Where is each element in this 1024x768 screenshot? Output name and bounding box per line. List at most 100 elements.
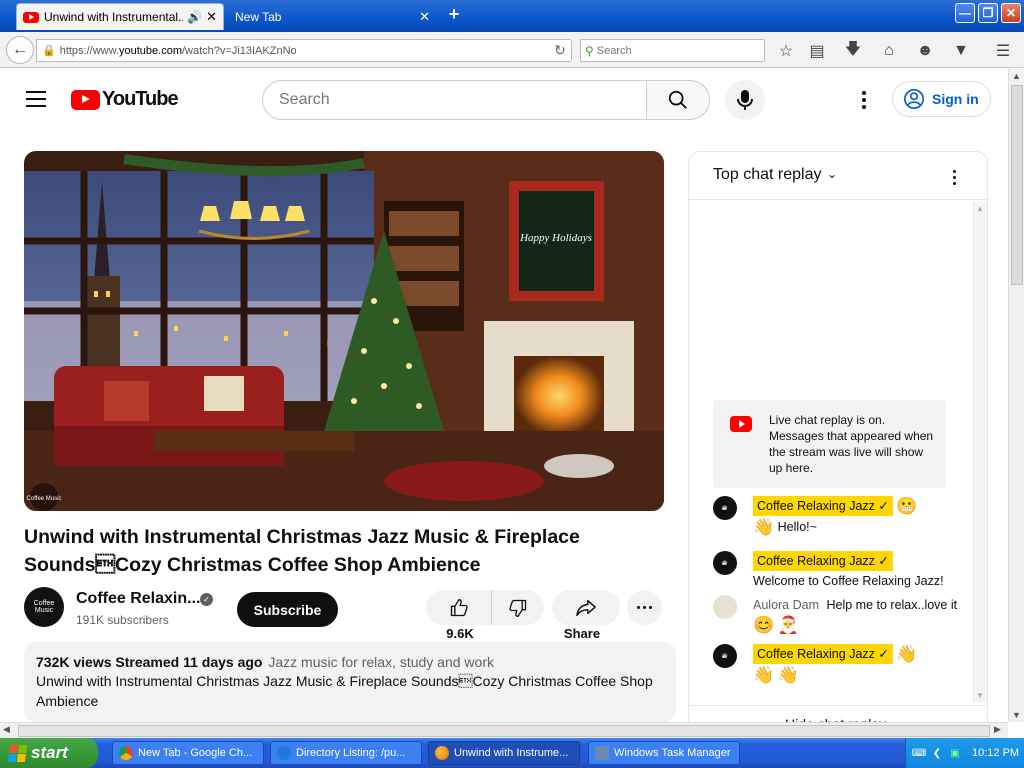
- scroll-right-icon[interactable]: ▶: [994, 724, 1001, 735]
- dislike-button[interactable]: [492, 590, 544, 625]
- verified-badge-icon: ✓: [200, 593, 213, 606]
- description-tag[interactable]: Jazz music for relax, study and work: [268, 654, 494, 670]
- waving-hand-icon: 👋: [753, 665, 775, 685]
- scroll-left-icon[interactable]: ◀: [3, 724, 10, 735]
- youtube-icon: [730, 416, 752, 432]
- more-actions-button[interactable]: [627, 590, 662, 625]
- author-avatar[interactable]: ☕: [713, 551, 737, 575]
- close-tab-icon[interactable]: ✕: [419, 9, 430, 25]
- author-name[interactable]: Coffee Relaxing Jazz ✓: [753, 551, 893, 571]
- youtube-play-icon: [71, 89, 100, 110]
- channel-avatar[interactable]: Coffee Music: [24, 587, 64, 627]
- taskbar-item-task-manager[interactable]: Windows Task Manager: [588, 741, 740, 765]
- clock: 10:12 PM: [972, 747, 1020, 759]
- video-player[interactable]: Happy Holidays Coffee Music: [24, 151, 664, 511]
- speaker-icon[interactable]: 🔊: [187, 10, 202, 24]
- sign-in-button[interactable]: Sign in: [892, 81, 991, 117]
- grimace-emoji-icon: 😬: [896, 496, 918, 516]
- author-name[interactable]: Coffee Relaxing Jazz ✓: [753, 496, 893, 516]
- pocket-icon[interactable]: ▼: [950, 40, 972, 62]
- browser-search-input[interactable]: [596, 44, 747, 57]
- waving-hand-icon: 👋: [896, 644, 918, 664]
- scroll-down-icon[interactable]: ▼: [1012, 710, 1021, 720]
- download-icon[interactable]: 🡇: [842, 40, 864, 62]
- author-avatar[interactable]: [713, 595, 737, 619]
- system-tray: ⌨ ❮ ▣ 10:12 PM: [905, 738, 1024, 768]
- start-button[interactable]: start: [0, 738, 98, 768]
- like-button[interactable]: [426, 590, 492, 625]
- author-name[interactable]: Aulora Dam: [753, 598, 819, 612]
- live-chat-panel: Top chat replay ⌄ ▲ ▼ Live chat replay i…: [688, 151, 988, 731]
- subscribe-button[interactable]: Subscribe: [237, 592, 338, 627]
- page-vertical-scrollbar[interactable]: ▲ ▼: [1008, 69, 1024, 722]
- url-bar[interactable]: 🔒 https://www.youtube.com/watch?v=Ji13IA…: [36, 39, 572, 62]
- page-horizontal-scrollbar[interactable]: ◀ ▶: [0, 722, 1008, 738]
- share-icon: [576, 599, 596, 616]
- settings-more-icon[interactable]: [856, 89, 872, 111]
- author-avatar[interactable]: ☕: [713, 644, 737, 668]
- youtube-logo[interactable]: YouTube: [71, 88, 179, 111]
- close-window-button[interactable]: ✕: [1001, 3, 1021, 23]
- waving-hand-icon: 👋: [777, 665, 799, 685]
- reading-list-icon[interactable]: ▤: [806, 40, 828, 62]
- share-button[interactable]: [552, 590, 620, 625]
- home-icon[interactable]: ⌂: [878, 40, 900, 62]
- start-label: start: [31, 743, 68, 762]
- search-button[interactable]: [646, 80, 710, 120]
- author-name[interactable]: Coffee Relaxing Jazz ✓: [753, 644, 893, 664]
- taskbar-item-chrome[interactable]: New Tab - Google Ch...: [112, 741, 264, 765]
- stream-date: Streamed 11 days ago: [115, 654, 263, 670]
- scroll-thumb[interactable]: [1011, 85, 1023, 285]
- reload-icon[interactable]: ↻: [549, 42, 571, 59]
- scroll-up-icon[interactable]: ▲: [976, 204, 984, 213]
- message-text: Welcome to Coffee Relaxing Jazz!: [753, 574, 944, 588]
- youtube-search-input[interactable]: [279, 91, 619, 109]
- tab-new-tab[interactable]: New Tab ✕: [224, 3, 436, 30]
- chat-icon[interactable]: ☻: [914, 40, 936, 62]
- account-icon: [904, 89, 924, 109]
- replay-notice-text: Live chat replay is on. Messages that ap…: [769, 413, 934, 475]
- chat-scrollbar[interactable]: ▲ ▼: [973, 202, 987, 702]
- back-button[interactable]: ←: [6, 36, 34, 64]
- message-text: Help me to relax..love it: [826, 598, 958, 612]
- tab-title: New Tab: [235, 9, 282, 24]
- taskbar-item-ie[interactable]: Directory Listing: /pu...: [270, 741, 422, 765]
- close-tab-icon[interactable]: ✕: [206, 9, 217, 25]
- network-icon[interactable]: ▣: [948, 746, 962, 760]
- chat-message: ☕ Coffee Relaxing Jazz ✓ 👋 👋 👋: [713, 644, 969, 694]
- channel-name[interactable]: Coffee Relaxin...: [76, 590, 200, 608]
- browser-search-bar[interactable]: ⚲: [580, 39, 765, 62]
- scroll-up-icon[interactable]: ▲: [1012, 71, 1021, 81]
- menu-icon[interactable]: ☰: [992, 40, 1014, 62]
- bookmark-star-icon[interactable]: ☆: [775, 40, 797, 62]
- chevron-down-icon[interactable]: ⌄: [827, 167, 837, 181]
- restore-button[interactable]: ❐: [978, 3, 998, 23]
- chat-message: ☕ Coffee Relaxing Jazz ✓ Welcome to Coff…: [713, 551, 969, 595]
- video-frame-image: Happy Holidays Coffee Music: [24, 151, 664, 511]
- santa-icon: 🎅: [777, 615, 799, 635]
- minimize-button[interactable]: —: [955, 3, 975, 23]
- chat-more-icon[interactable]: [951, 168, 957, 186]
- guide-menu-icon[interactable]: [26, 91, 46, 107]
- tab-youtube[interactable]: Unwind with Instrumental... 🔊 ✕: [16, 3, 224, 30]
- new-tab-button[interactable]: +: [444, 4, 464, 26]
- tray-expand-icon[interactable]: ❮: [930, 746, 944, 760]
- youtube-search-box[interactable]: [262, 80, 647, 120]
- video-description[interactable]: 732K views Streamed 11 days ago Jazz mus…: [24, 642, 676, 722]
- keyboard-icon[interactable]: ⌨: [912, 746, 926, 760]
- thumbs-down-icon: [509, 599, 527, 617]
- share-label: Share: [563, 626, 601, 641]
- chat-mode-dropdown[interactable]: Top chat replay: [713, 166, 822, 184]
- description-meta: 732K views Streamed 11 days ago Jazz mus…: [36, 654, 664, 670]
- subscriber-count: 191K subscribers: [76, 613, 169, 627]
- task-manager-icon: [595, 746, 609, 760]
- smiling-face-icon: 😊: [753, 615, 775, 635]
- scroll-down-icon[interactable]: ▼: [976, 691, 984, 700]
- chat-message: Aulora Dam Help me to relax..love it 😊 🎅: [713, 595, 969, 639]
- message-text: Hello!~: [777, 519, 817, 534]
- voice-search-button[interactable]: [725, 80, 765, 120]
- scroll-thumb[interactable]: [18, 725, 990, 737]
- lock-icon: 🔒: [42, 45, 56, 57]
- author-avatar[interactable]: ☕: [713, 496, 737, 520]
- taskbar-item-firefox[interactable]: Unwind with Instrume...: [428, 741, 580, 765]
